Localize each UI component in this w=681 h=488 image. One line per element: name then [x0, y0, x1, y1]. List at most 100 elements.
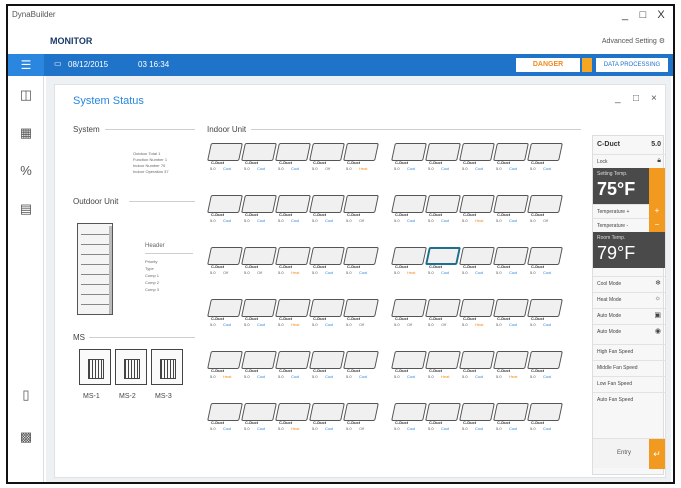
indoor-unit[interactable]: C-Duct 5.0 Cool [309, 295, 345, 330]
auto-mode-button[interactable]: Auto Mode ◉ [593, 324, 665, 338]
document-icon[interactable]: ▯ [17, 386, 35, 404]
ms-unit[interactable] [115, 349, 147, 385]
ms-unit[interactable] [79, 349, 111, 385]
indoor-unit[interactable]: C-Duct 5.0 Off [343, 399, 379, 434]
indoor-unit[interactable]: C-Duct 5.0 Off [309, 139, 345, 174]
indoor-unit[interactable]: C-Duct 5.0 Heat [391, 243, 427, 278]
indoor-unit[interactable]: C-Duct 5.0 Cool [207, 191, 243, 226]
indoor-unit[interactable]: C-Duct 5.0 Heat [275, 295, 311, 330]
indoor-unit[interactable]: C-Duct 5.0 Heat [275, 399, 311, 434]
indoor-unit[interactable]: C-Duct 5.0 Cool [493, 295, 529, 330]
indoor-unit[interactable]: C-Duct 5.0 Cool [241, 295, 277, 330]
indoor-unit[interactable]: C-Duct 5.0 Heat [425, 347, 461, 382]
indoor-unit[interactable]: C-Duct 5.0 Cool [343, 243, 379, 278]
indoor-unit[interactable]: C-Duct 5.0 Off [425, 295, 461, 330]
indoor-unit[interactable]: C-Duct 5.0 Cool [459, 399, 495, 434]
auto-mode-button[interactable]: Auto Mode ▣ [593, 308, 665, 322]
indoor-unit[interactable]: C-Duct 5.0 Cool [275, 347, 311, 382]
indoor-unit[interactable]: C-Duct 5.0 Cool [309, 243, 345, 278]
indoor-unit[interactable]: C-Duct 5.0 Cool [241, 399, 277, 434]
panel-close-button[interactable]: × [651, 93, 657, 104]
indoor-unit[interactable]: C-Duct 5.0 Off [207, 243, 243, 278]
indoor-unit[interactable]: C-Duct 5.0 Cool [207, 139, 243, 174]
indoor-unit[interactable]: C-Duct 5.0 Heat [459, 191, 495, 226]
indoor-unit[interactable]: C-Duct 5.0 Cool [391, 139, 427, 174]
indoor-unit[interactable]: C-Duct 5.0 Cool [309, 191, 345, 226]
minimize-button[interactable]: _ [617, 9, 633, 21]
panel-minimize-button[interactable]: _ [615, 93, 621, 104]
indoor-unit[interactable]: C-Duct 5.0 Cool [207, 295, 243, 330]
chart-icon[interactable]: ▦ [17, 124, 35, 142]
indoor-unit[interactable]: C-Duct 5.0 Cool [309, 347, 345, 382]
temp-down-button[interactable]: − [649, 218, 665, 232]
indoor-unit[interactable]: C-Duct 5.0 Cool [391, 191, 427, 226]
low-fan-button[interactable]: Low Fan Speed [593, 376, 665, 390]
indoor-unit[interactable]: C-Duct 5.0 Cool [207, 399, 243, 434]
indoor-unit[interactable]: C-Duct 5.0 Cool [425, 191, 461, 226]
advanced-setting-link[interactable]: Advanced Setting ⚙ [602, 37, 665, 45]
indoor-unit[interactable]: C-Duct 5.0 Cool [459, 347, 495, 382]
indoor-unit[interactable]: C-Duct 5.0 Cool [527, 295, 563, 330]
indoor-unit[interactable]: C-Duct 5.0 Heat [275, 243, 311, 278]
indoor-unit[interactable]: C-Duct 5.0 Off [343, 191, 379, 226]
indoor-unit[interactable]: C-Duct 5.0 Cool [527, 399, 563, 434]
indoor-unit-mode: Heat [407, 270, 416, 275]
indoor-unit[interactable]: C-Duct 5.0 Off [391, 295, 427, 330]
indoor-unit[interactable]: C-Duct 5.0 Cool [343, 347, 379, 382]
indoor-unit[interactable]: C-Duct 5.0 Cool [459, 139, 495, 174]
report-icon[interactable]: ▤ [17, 200, 35, 218]
ms-unit[interactable] [151, 349, 183, 385]
indoor-unit[interactable]: C-Duct 5.0 Cool [459, 243, 495, 278]
indoor-unit[interactable]: C-Duct 5.0 Heat [207, 347, 243, 382]
indoor-unit[interactable]: C-Duct 5.0 Cool [527, 347, 563, 382]
indoor-unit[interactable]: C-Duct 5.0 Off [343, 295, 379, 330]
indoor-unit[interactable]: C-Duct 5.0 Cool [391, 399, 427, 434]
middle-fan-button[interactable]: Middle Fan Speed [593, 360, 665, 374]
indoor-unit-mode: Off [325, 166, 331, 171]
indoor-unit[interactable]: C-Duct 5.0 Cool [425, 399, 461, 434]
cool-mode-button[interactable]: Cool Mode ❄ [593, 276, 665, 290]
indoor-unit[interactable]: C-Duct 5.0 Cool [493, 243, 529, 278]
maximize-button[interactable]: □ [635, 9, 651, 21]
high-fan-button[interactable]: High Fan Speed [593, 344, 665, 358]
indoor-unit[interactable]: C-Duct 5.0 Cool [493, 191, 529, 226]
auto-fan-button[interactable]: Auto Fan Speed [593, 392, 665, 406]
hamburger-menu-icon[interactable]: ☰ [8, 54, 44, 76]
data-processing-button[interactable]: DATA PROCESSING [596, 58, 668, 72]
indoor-unit[interactable]: C-Duct 5.0 Cool [241, 347, 277, 382]
indoor-unit[interactable]: C-Duct 5.0 Cool [309, 399, 345, 434]
indoor-unit[interactable]: C-Duct 5.0 Cool [275, 191, 311, 226]
indoor-unit-name: C-Duct [395, 212, 409, 217]
indoor-unit[interactable]: C-Duct 5.0 Cool [527, 243, 563, 278]
indoor-unit[interactable]: C-Duct 5.0 Cool [527, 139, 563, 174]
percent-icon[interactable]: % [17, 162, 35, 180]
close-button[interactable]: X [653, 9, 669, 21]
monitor-icon[interactable]: ◫ [17, 86, 35, 104]
indoor-unit[interactable]: C-Duct 5.0 Cool [241, 191, 277, 226]
heat-mode-button[interactable]: Heat Mode ☼ [593, 292, 665, 306]
indoor-unit-mode: Cool [223, 426, 232, 431]
panel-maximize-button[interactable]: □ [633, 93, 639, 104]
indoor-unit[interactable]: C-Duct 5.0 Heat [343, 139, 379, 174]
indoor-unit[interactable]: C-Duct 5.0 Cool [493, 139, 529, 174]
indoor-unit[interactable]: C-Duct 5.0 Cool [425, 243, 461, 278]
grid-icon[interactable]: ▩ [17, 428, 35, 446]
danger-button[interactable]: DANGER [516, 58, 580, 72]
enter-button[interactable]: ↵ [649, 439, 665, 469]
indoor-unit-temp: 5.0 [530, 270, 536, 275]
temp-up-button[interactable]: + [649, 204, 665, 218]
indoor-unit[interactable]: C-Duct 5.0 Heat [493, 347, 529, 382]
indoor-unit-icon [309, 195, 345, 213]
indoor-unit[interactable]: C-Duct 5.0 Cool [391, 347, 427, 382]
indoor-unit[interactable]: C-Duct 5.0 Off [527, 191, 563, 226]
indoor-unit[interactable]: C-Duct 5.0 Cool [425, 139, 461, 174]
indoor-unit-icon [241, 403, 277, 421]
outdoor-unit-image[interactable] [77, 223, 113, 315]
indoor-unit[interactable]: C-Duct 5.0 Cool [493, 399, 529, 434]
indoor-unit[interactable]: C-Duct 5.0 Heat [459, 295, 495, 330]
indoor-unit[interactable]: C-Duct 5.0 Cool [275, 139, 311, 174]
indoor-unit[interactable]: C-Duct 5.0 Off [241, 243, 277, 278]
indoor-unit-icon [275, 299, 311, 317]
indoor-unit[interactable]: C-Duct 5.0 Cool [241, 139, 277, 174]
lock-row[interactable]: Lock 🔒︎ [593, 154, 665, 168]
